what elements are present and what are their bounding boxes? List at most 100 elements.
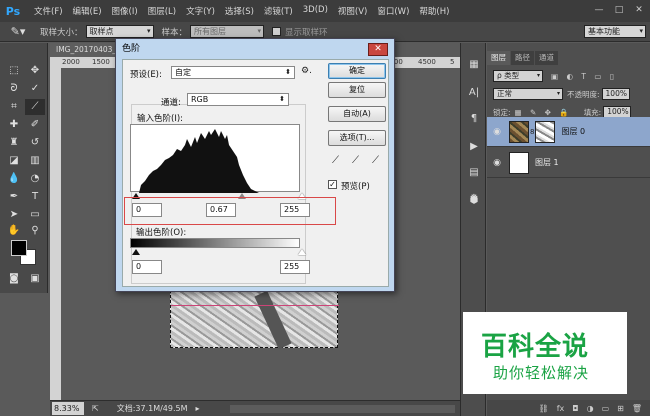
- output-white-field[interactable]: 255: [280, 260, 310, 274]
- maximize-button[interactable]: □: [610, 3, 628, 17]
- tab-layers[interactable]: 图层: [487, 51, 510, 65]
- blend-mode-select[interactable]: 正常 ▾: [493, 88, 563, 100]
- minimize-button[interactable]: —: [590, 3, 608, 17]
- brush-tool-icon[interactable]: ✐: [25, 117, 45, 133]
- layer-kind-select[interactable]: ρ 类型 ▾: [493, 70, 543, 82]
- chevron-down-icon: ▾: [257, 27, 262, 35]
- swatches-panel-icon[interactable]: ▤: [465, 165, 483, 181]
- reset-button[interactable]: 复位: [328, 82, 386, 98]
- mask-icon[interactable]: ◘: [572, 404, 578, 413]
- opacity-field[interactable]: 100%: [601, 88, 630, 100]
- menu-file[interactable]: 文件(F): [29, 5, 68, 17]
- white-eyedropper-icon[interactable]: ⟋: [372, 155, 379, 166]
- folder-icon[interactable]: ▭: [602, 404, 610, 413]
- preset-select[interactable]: 自定 ⬍: [171, 66, 295, 79]
- move-tool-icon[interactable]: ✥: [25, 63, 45, 79]
- blur-tool-icon[interactable]: 💧: [4, 171, 24, 187]
- trash-icon[interactable]: 🗑: [632, 404, 642, 413]
- menu-edit[interactable]: 编辑(E): [68, 5, 107, 17]
- zoom-tool-icon[interactable]: ⚲: [25, 223, 45, 239]
- close-window-button[interactable]: ✕: [630, 3, 648, 17]
- menu-help[interactable]: 帮助(H): [414, 5, 454, 17]
- shape-tool-icon[interactable]: ▭: [25, 207, 45, 223]
- link-icon[interactable]: ⛓: [539, 404, 549, 413]
- eraser-tool-icon[interactable]: ◪: [4, 153, 24, 169]
- path-select-tool-icon[interactable]: ➤: [4, 207, 24, 223]
- actions-panel-icon[interactable]: ▶: [465, 139, 483, 155]
- auto-button[interactable]: 自动(A): [328, 106, 386, 122]
- layer-row[interactable]: ◉ 8 图层 0: [487, 117, 650, 147]
- canvas-image[interactable]: [170, 290, 339, 350]
- tab-channels[interactable]: 通道: [535, 51, 558, 65]
- layer-row[interactable]: ◉ 图层 1: [487, 148, 650, 178]
- history-panel-icon[interactable]: ▦: [465, 57, 483, 73]
- marquee-tool-icon[interactable]: ⬚: [4, 63, 24, 79]
- menu-image[interactable]: 图像(I): [107, 5, 143, 17]
- document-info: 文档:37.1M/49.5M: [116, 404, 188, 413]
- preset-value: 自定: [175, 68, 191, 77]
- status-export-icon[interactable]: ⇱: [92, 404, 99, 413]
- histogram: [130, 124, 300, 193]
- ok-button[interactable]: 确定: [328, 63, 386, 79]
- clone-stamp-tool-icon[interactable]: ♜: [4, 135, 24, 151]
- eyedropper-tool-icon[interactable]: ⟋: [25, 99, 45, 115]
- new-layer-icon[interactable]: ⊞: [617, 404, 624, 413]
- options-button[interactable]: 选项(T)...: [328, 130, 386, 146]
- dialog-close-button[interactable]: ✕: [368, 43, 388, 56]
- black-eyedropper-icon[interactable]: ⟋: [332, 155, 339, 166]
- dodge-tool-icon[interactable]: ◔: [25, 171, 45, 187]
- history-brush-tool-icon[interactable]: ↺: [25, 135, 45, 151]
- 3d-panel-icon[interactable]: ⬢: [465, 193, 483, 209]
- output-black-slider[interactable]: [132, 249, 140, 255]
- lock-icons[interactable]: ▦ ✎ ✥ 🔒: [515, 108, 572, 117]
- crop-tool-icon[interactable]: ⌗: [4, 99, 24, 115]
- eyedropper-tool-preset-icon[interactable]: ✎▾: [4, 24, 32, 40]
- fx-icon[interactable]: fx: [557, 404, 565, 413]
- menu-view[interactable]: 视图(V): [333, 5, 372, 17]
- menu-select[interactable]: 选择(S): [220, 5, 259, 17]
- sample-select[interactable]: 所有图层 ▾: [190, 25, 265, 38]
- zoom-level-field[interactable]: 8.33%: [52, 402, 84, 415]
- screen-mode-icon[interactable]: ▣: [25, 271, 45, 287]
- image-branch: [254, 290, 292, 350]
- healing-brush-tool-icon[interactable]: ✚: [4, 117, 24, 133]
- channel-select[interactable]: RGB ⬍: [187, 93, 289, 106]
- workspace-select[interactable]: 基本功能 ▾: [584, 25, 646, 38]
- type-tool-icon[interactable]: T: [25, 189, 45, 205]
- lasso-tool-icon[interactable]: ᘐ: [4, 81, 24, 97]
- eye-icon[interactable]: ◉: [487, 158, 507, 168]
- opacity-label: 不透明度:: [567, 89, 600, 99]
- menu-filter[interactable]: 滤镜(T): [259, 5, 298, 17]
- menu-list: 文件(F) 编辑(E) 图像(I) 图层(L) 文字(Y) 选择(S) 滤镜(T…: [29, 5, 454, 17]
- quick-mask-icon[interactable]: ◙: [4, 271, 24, 287]
- menu-layer[interactable]: 图层(L): [143, 5, 181, 17]
- menu-window[interactable]: 窗口(W): [372, 5, 414, 17]
- hand-tool-icon[interactable]: ✋: [4, 223, 24, 239]
- layer-filter-icons[interactable]: ▣ ◐ T ▭ ▯: [551, 72, 617, 81]
- preview-checkbox[interactable]: ✓: [328, 180, 337, 189]
- channel-label: 通道:: [161, 98, 181, 108]
- pen-tool-icon[interactable]: ✒: [4, 189, 24, 205]
- gray-eyedropper-icon[interactable]: ⟋: [352, 155, 359, 166]
- gradient-tool-icon[interactable]: ▥: [25, 153, 45, 169]
- layer-name: 图层 1: [535, 158, 559, 167]
- document-tab[interactable]: IMG_20170403_: [50, 43, 120, 57]
- tab-paths[interactable]: 路径: [511, 51, 534, 65]
- menu-3d[interactable]: 3D(D): [298, 5, 333, 17]
- output-white-slider[interactable]: [298, 249, 306, 255]
- layer-mask-thumbnail[interactable]: [535, 120, 556, 143]
- output-black-field[interactable]: 0: [132, 260, 162, 274]
- horizontal-scrollbar[interactable]: [230, 405, 455, 413]
- adjustment-icon[interactable]: ◑: [587, 404, 594, 413]
- character-panel-icon[interactable]: A|: [465, 85, 483, 101]
- eye-icon[interactable]: ◉: [487, 127, 507, 137]
- watermark-logo: 百科全说 助你轻松解决: [463, 312, 627, 394]
- status-menu-arrow-icon[interactable]: ▸: [196, 404, 200, 413]
- show-ring-checkbox[interactable]: [272, 27, 282, 36]
- menu-type[interactable]: 文字(Y): [181, 5, 220, 17]
- quick-select-tool-icon[interactable]: ✓: [25, 81, 45, 97]
- sample-size-select[interactable]: 取样点 ▾: [85, 25, 154, 38]
- foreground-color-swatch[interactable]: [11, 240, 27, 256]
- paragraph-panel-icon[interactable]: ¶: [465, 111, 483, 127]
- preset-options-icon[interactable]: ⚙.: [301, 66, 312, 76]
